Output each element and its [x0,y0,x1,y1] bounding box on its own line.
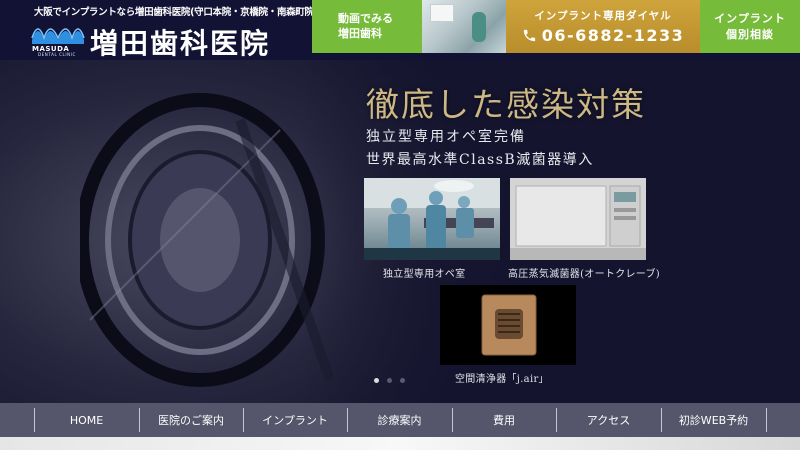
nav-item-implant[interactable]: インプラント [243,403,347,437]
phone-number: 06-6882-1233 [541,26,685,45]
content-strip [0,437,800,450]
slider-dot-1[interactable] [374,378,379,383]
logo-text-jp: 増田歯科医院 [90,27,271,60]
nav-item-treatment[interactable]: 診療案内 [347,403,452,437]
caption-air-purifier: 空間清浄器「j.air」 [455,374,549,385]
caption-autoclave: 高圧蒸気滅菌器(オートクレーブ) [508,269,661,280]
clinic-logo[interactable]: MASUDA DENTAL CLINIC 増田歯科医院 [30,18,300,60]
hero-subline-2: 世界最高水準ClassB滅菌器導入 [366,152,594,168]
nav-spacer-left [0,403,34,437]
slider-dot-2[interactable] [387,378,392,383]
site-header: 大阪でインプラントなら増田歯科医院(守口本院・京橋院・南森町院) MASUDA … [0,0,800,60]
phone-icon [523,29,535,42]
autoclave-photo [510,178,646,260]
nav-item-access[interactable]: アクセス [556,403,661,437]
hero-slider: 徹底した感染対策 独立型専用オペ室完備 世界最高水準ClassB滅菌器導入 独立… [0,60,800,403]
nav-divider-right [766,408,767,432]
operating-room-photo [364,178,500,260]
nav-divider-left [34,408,35,432]
hero-subline-1: 独立型専用オペ室完備 [366,129,526,145]
logo-text-en-sub: DENTAL CLINIC [38,52,76,57]
video-thumbnail [422,0,506,53]
nav-item-home[interactable]: HOME [34,403,139,437]
video-button-label: 動画でみる 増田歯科 [338,12,393,40]
autoclave-illustration [510,178,646,260]
air-purifier-illustration [440,285,576,365]
air-purifier-photo [440,285,576,365]
nav-item-fees[interactable]: 費用 [452,403,556,437]
header-tagline: 大阪でインプラントなら増田歯科医院(守口本院・京橋院・南森町院) [34,7,318,18]
slider-dots [374,378,405,383]
consult-button[interactable]: インプラント 個別相談 [700,0,800,53]
phone-dial-button[interactable]: インプラント専用ダイヤル 06-6882-1233 [506,0,700,53]
nav-item-web-booking[interactable]: 初診WEB予約 [661,403,766,437]
nav-item-clinic-info[interactable]: 医院のご案内 [139,403,243,437]
global-nav: HOME 医院のご案内 インプラント 診療案内 費用 アクセス 初診WEB予約 [0,403,800,437]
caption-operating-room: 独立型専用オペ室 [383,269,466,280]
slider-dot-3[interactable] [400,378,405,383]
phone-dial-label: インプラント専用ダイヤル [534,10,672,22]
video-button[interactable]: 動画でみる 増田歯科 [312,0,506,53]
phone-number-row: 06-6882-1233 [506,26,700,45]
operating-room-illustration [364,178,500,260]
hero-headline: 徹底した感染対策 [366,85,646,124]
